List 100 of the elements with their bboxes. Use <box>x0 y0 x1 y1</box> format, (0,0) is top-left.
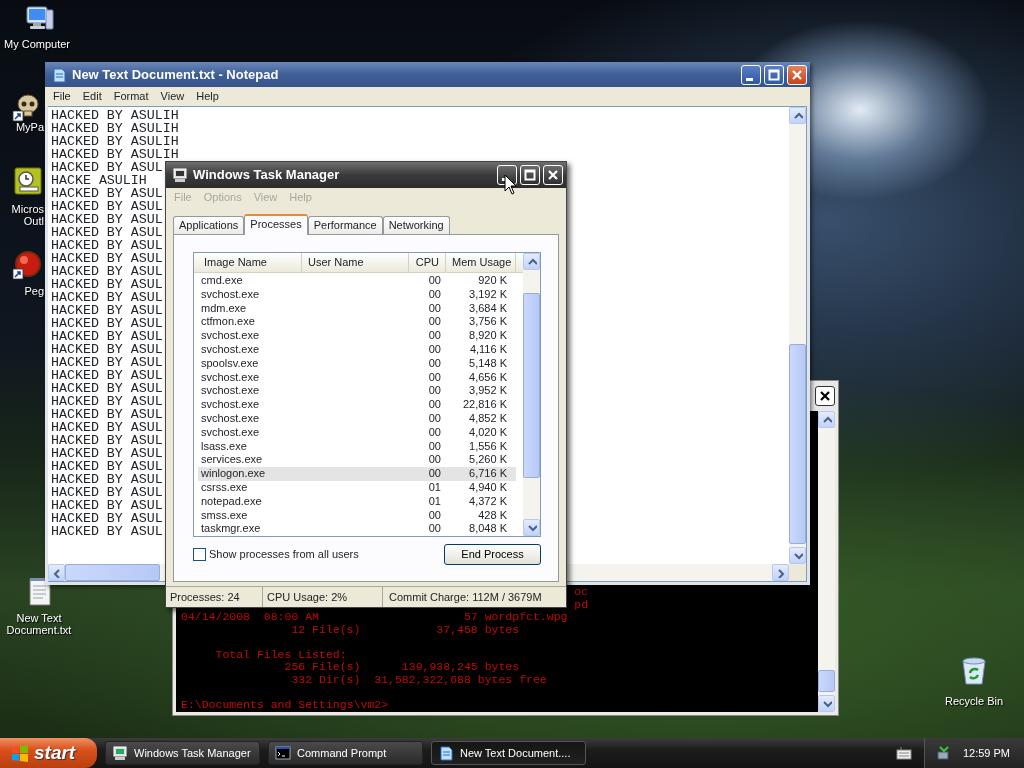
text-line: HACKE ASULIH <box>51 174 147 187</box>
text-line: HACKED BY ASUL <box>51 473 163 486</box>
table-row[interactable]: mdm.exe 00 3,684 K <box>198 301 516 316</box>
windows-flag-icon <box>10 743 30 763</box>
window-title: New Text Document.txt - Notepad <box>72 65 279 84</box>
table-cell-text: 3,684 K <box>468 301 508 316</box>
icon-label[interactable]: Micros Outl <box>6 203 44 227</box>
scrollbar-thumb[interactable] <box>65 564 160 581</box>
menu-item[interactable]: Format <box>107 89 155 104</box>
table-row[interactable]: svchost.exe 00 4,656 K <box>198 370 516 385</box>
vertical-scrollbar[interactable] <box>789 107 806 564</box>
text-line: HACKED BY ASULIH <box>51 135 179 148</box>
icon-label[interactable]: Recycle Bin <box>932 695 1016 707</box>
table-cell-text: 22,816 K <box>461 398 508 412</box>
menu-item[interactable]: Edit <box>76 89 108 104</box>
table-cell-text: 3,952 K <box>468 384 508 399</box>
scroll-down-button[interactable] <box>818 695 835 712</box>
scroll-left-button[interactable] <box>48 564 65 581</box>
table-cell-text: 6,716 K <box>468 467 508 481</box>
table-cell-text: 4,116 K <box>468 343 508 357</box>
column-header[interactable]: Image Name <box>194 253 302 272</box>
table-row[interactable]: services.exe 00 5,260 K <box>198 453 516 468</box>
tab[interactable]: Processes <box>244 214 308 235</box>
table-row[interactable]: svchost.exe 00 4,852 K <box>198 411 516 426</box>
minimize-button[interactable] <box>741 64 761 85</box>
table-cell-text: 00 <box>427 315 441 330</box>
column-header[interactable]: User Name <box>302 253 409 272</box>
tab[interactable]: Performance <box>307 216 383 234</box>
start-button[interactable]: start <box>0 738 97 768</box>
text-line: HACKED BY ASUL <box>51 356 163 369</box>
close-button[interactable] <box>815 386 835 406</box>
console-text: oc <box>574 586 589 599</box>
table-row[interactable]: ctfmon.exe 00 3,756 K <box>198 315 516 330</box>
scrollbar-thumb[interactable] <box>789 344 806 544</box>
table-cell-text: notepad.exe <box>200 494 263 509</box>
taskbar-button[interactable]: Command Prompt <box>268 741 423 765</box>
table-row[interactable]: winlogon.exe 00 6,716 K <box>198 467 516 481</box>
table-cell-text: 00 <box>427 411 441 426</box>
table-row[interactable]: spoolsv.exe 00 5,148 K <box>198 356 516 371</box>
menu-item[interactable]: View <box>154 89 191 104</box>
scrollbar-thumb[interactable] <box>523 293 540 478</box>
table-cell-text: svchost.exe <box>200 398 261 412</box>
scroll-up-button[interactable] <box>818 411 835 428</box>
table-cell-text: svchost.exe <box>200 343 261 357</box>
table-row[interactable]: csrss.exe 01 4,940 K <box>198 480 516 495</box>
scroll-up-button[interactable] <box>789 107 806 124</box>
table-row[interactable]: svchost.exe 00 22,816 K <box>198 398 516 412</box>
table-row[interactable]: notepad.exe 01 4,372 K <box>198 494 516 509</box>
table-row[interactable]: svchost.exe 00 3,192 K <box>198 287 516 302</box>
text-line: HACKED BY ASUL <box>51 343 163 356</box>
end-process-button[interactable]: End Process <box>444 544 541 565</box>
tab[interactable]: Applications <box>173 216 245 234</box>
table-cell-text: 00 <box>427 287 441 302</box>
table-row[interactable]: cmd.exe 00 920 K <box>198 274 516 288</box>
table-row[interactable]: lsass.exe 00 1,556 K <box>198 439 516 454</box>
table-cell-text: svchost.exe <box>200 329 261 343</box>
table-cell-text: 4,940 K <box>468 480 508 495</box>
table-cell-text: svchost.exe <box>200 425 261 440</box>
table-row[interactable]: taskmgr.exe 00 8,048 K <box>198 522 516 537</box>
table-cell-text: svchost.exe <box>200 370 261 385</box>
table-cell-text: 00 <box>427 425 441 440</box>
table-row[interactable]: svchost.exe 00 3,952 K <box>198 384 516 399</box>
scroll-down-button[interactable] <box>789 547 806 564</box>
scroll-right-button[interactable] <box>772 564 789 581</box>
text-line: HACKED BY ASUL <box>51 265 163 278</box>
start-label[interactable]: start <box>34 738 76 768</box>
icon-label[interactable]: Peg <box>6 285 44 297</box>
scroll-down-button[interactable] <box>523 519 540 536</box>
table-cell-text: 00 <box>427 398 441 412</box>
icon-label[interactable]: New Text Document.txt <box>0 612 78 636</box>
vertical-scrollbar[interactable] <box>818 411 835 712</box>
table-cell-text: 00 <box>427 274 441 288</box>
taskbar-button[interactable]: Windows Task Manager <box>105 741 260 765</box>
table-row[interactable]: svchost.exe 00 8,920 K <box>198 329 516 343</box>
menu-item[interactable]: File <box>47 89 77 104</box>
cursor-icon <box>504 174 517 195</box>
table-row[interactable]: svchost.exe 00 4,116 K <box>198 343 516 357</box>
clock-icon[interactable] <box>12 166 44 198</box>
icon-label[interactable]: MyPa <box>6 121 44 133</box>
ball-icon[interactable] <box>12 250 44 282</box>
table-cell-text: 4,656 K <box>468 370 508 385</box>
menu-item[interactable]: Help <box>190 89 225 104</box>
notepad-icon <box>438 745 454 761</box>
scrollbar-thumb[interactable] <box>818 670 835 692</box>
maximize-button[interactable] <box>520 165 540 185</box>
scroll-up-button[interactable] <box>523 253 540 270</box>
icon-label[interactable]: My Computer <box>0 38 77 50</box>
table-row[interactable]: svchost.exe 00 4,020 K <box>198 425 516 440</box>
tab[interactable]: Networking <box>382 216 450 234</box>
taskbar-button[interactable]: New Text Document.... <box>431 741 586 765</box>
clock: 12:59 PM <box>962 745 1010 761</box>
column-header[interactable]: Mem Usage <box>446 253 516 272</box>
vertical-scrollbar[interactable] <box>523 253 540 536</box>
table-row[interactable]: smss.exe 00 428 K <box>198 508 516 523</box>
network-icon <box>934 745 951 761</box>
checkbox[interactable] <box>193 548 206 561</box>
maximize-button[interactable] <box>764 64 784 85</box>
column-header[interactable]: CPU <box>409 253 446 272</box>
table-cell-text: 00 <box>427 356 441 371</box>
checkbox-label[interactable]: Show processes from all users <box>209 546 359 563</box>
